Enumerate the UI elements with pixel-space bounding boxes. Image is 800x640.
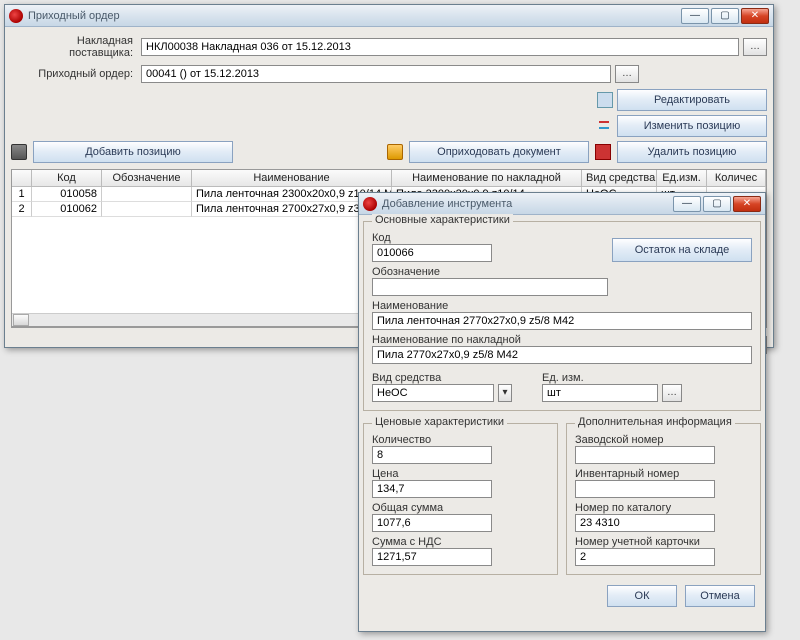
vat-field[interactable]: [372, 548, 492, 566]
app-icon: [9, 9, 23, 23]
extra-info-group: Дополнительная информация Заводской номе…: [566, 423, 761, 575]
cancel-button[interactable]: Отмена: [685, 585, 755, 607]
app-icon: [363, 197, 377, 211]
edit-icon: [597, 92, 613, 108]
name-label: Наименование: [372, 300, 752, 312]
dialog-minimize[interactable]: —: [673, 196, 701, 212]
catalog-field[interactable]: [575, 514, 715, 532]
grid-header: Код Обозначение Наименование Наименовани…: [12, 170, 766, 187]
name-field[interactable]: [372, 312, 752, 330]
main-characteristics-group: Основные характеристики Код Остаток на с…: [363, 221, 761, 411]
supplier-invoice-label: Накладная поставщика:: [11, 35, 141, 59]
change-position-button[interactable]: Изменить позицию: [617, 115, 767, 137]
sum-label: Общая сумма: [372, 502, 549, 514]
supplier-invoice-field[interactable]: [141, 38, 739, 56]
col-invoice-name: Наименование по накладной: [392, 170, 582, 187]
col-code: Код: [32, 170, 102, 187]
order-browse[interactable]: …: [615, 65, 639, 83]
order-label: Приходный ордер:: [11, 68, 141, 80]
unit-browse[interactable]: …: [662, 384, 682, 402]
order-field[interactable]: [141, 65, 611, 83]
close-button[interactable]: ✕: [741, 8, 769, 24]
main-titlebar[interactable]: Приходный ордер — ▢ ✕: [5, 5, 773, 27]
sum-field[interactable]: [372, 514, 492, 532]
minimize-button[interactable]: —: [681, 8, 709, 24]
card-label: Номер учетной карточки: [575, 536, 752, 548]
delete-position-button[interactable]: Удалить позицию: [617, 141, 767, 163]
apply-document-button[interactable]: Оприходовать документ: [409, 141, 589, 163]
serial-label: Заводской номер: [575, 434, 752, 446]
maximize-button[interactable]: ▢: [711, 8, 739, 24]
delete-icon: [595, 144, 611, 160]
qty-field[interactable]: [372, 446, 492, 464]
dialog-title: Добавление инструмента: [382, 198, 673, 210]
qty-label: Количество: [372, 434, 549, 446]
col-type: Вид средства: [582, 170, 657, 187]
supplier-invoice-browse[interactable]: …: [743, 38, 767, 56]
unit-field[interactable]: [542, 384, 658, 402]
window-title: Приходный ордер: [28, 10, 681, 22]
unit-label: Ед. изм.: [542, 372, 682, 384]
stock-balance-button[interactable]: Остаток на складе: [612, 238, 752, 262]
price-group: Ценовые характеристики Количество Цена О…: [363, 423, 558, 575]
inventory-field[interactable]: [575, 480, 715, 498]
price-field[interactable]: [372, 480, 492, 498]
inventory-label: Инвентарный номер: [575, 468, 752, 480]
type-label: Вид средства: [372, 372, 512, 384]
invoice-name-label: Наименование по накладной: [372, 334, 752, 346]
dialog-close[interactable]: ✕: [733, 196, 761, 212]
col-mark: Обозначение: [102, 170, 192, 187]
invoice-name-field[interactable]: [372, 346, 752, 364]
open-doc-icon[interactable]: [387, 144, 403, 160]
type-select[interactable]: [372, 384, 494, 402]
price-label: Цена: [372, 468, 549, 480]
card-field[interactable]: [575, 548, 715, 566]
col-name: Наименование: [192, 170, 392, 187]
dialog-titlebar[interactable]: Добавление инструмента — ▢ ✕: [359, 193, 765, 215]
serial-field[interactable]: [575, 446, 715, 464]
col-qty: Количес: [707, 170, 766, 187]
vat-label: Сумма с НДС: [372, 536, 549, 548]
col-unit: Ед.изм.: [657, 170, 707, 187]
code-field[interactable]: [372, 244, 492, 262]
print-icon[interactable]: [11, 144, 27, 160]
swap-icon: [597, 118, 613, 134]
dialog-maximize[interactable]: ▢: [703, 196, 731, 212]
code-label: Код: [372, 232, 492, 244]
mark-label: Обозначение: [372, 266, 752, 278]
catalog-label: Номер по каталогу: [575, 502, 752, 514]
mark-field[interactable]: [372, 278, 608, 296]
ok-button[interactable]: ОК: [607, 585, 677, 607]
type-dropdown-icon[interactable]: ▾: [498, 384, 512, 402]
edit-button[interactable]: Редактировать: [617, 89, 767, 111]
add-position-button[interactable]: Добавить позицию: [33, 141, 233, 163]
add-tool-dialog: Добавление инструмента — ▢ ✕ Основные ха…: [358, 192, 766, 632]
